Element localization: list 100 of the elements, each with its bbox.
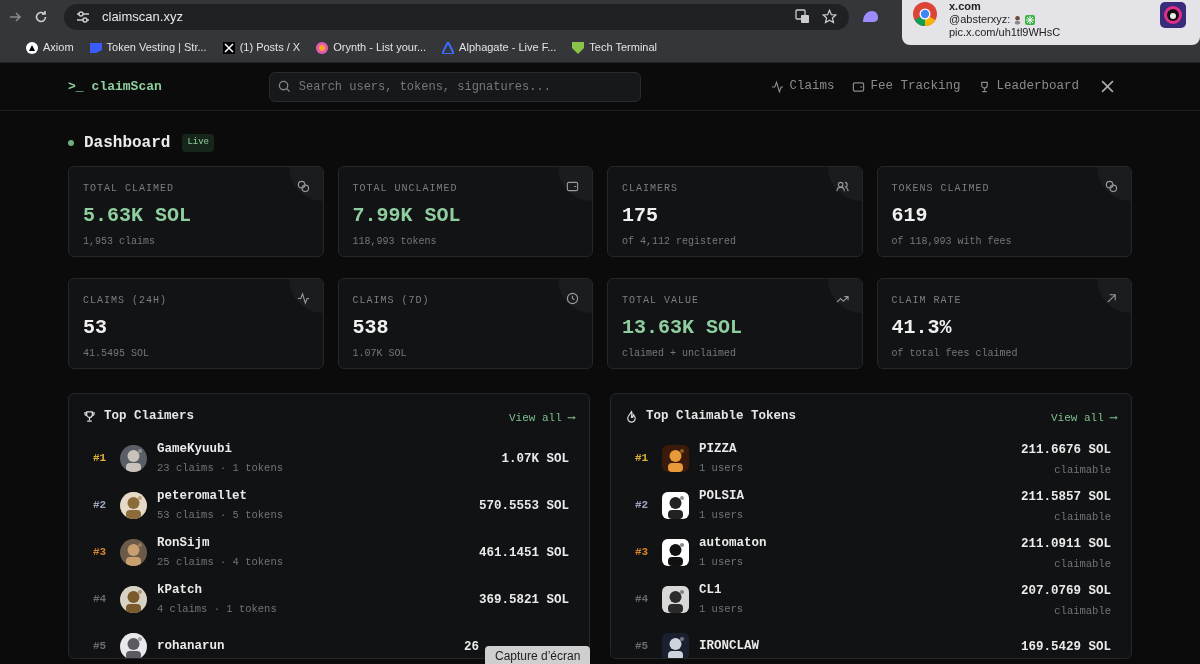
row-name[interactable]: RonSijm: [157, 533, 210, 553]
star-icon[interactable]: [822, 9, 837, 24]
x-logo-icon: [222, 41, 235, 54]
forward-icon[interactable]: [8, 9, 22, 24]
nav-link[interactable]: Leaderboard: [978, 77, 1079, 96]
activity-icon: [296, 292, 310, 305]
row-subtext: 1 users: [699, 460, 744, 476]
trophy-icon: [83, 409, 96, 423]
tooltip: Capture d’écran: [485, 646, 591, 664]
page-title: Dashboard: [84, 133, 171, 154]
notification-link: pic.x.com/uh1tl9WHsC: [949, 26, 1061, 39]
stat-value: 538: [352, 315, 389, 341]
amount-note: claimable: [1054, 463, 1111, 479]
amount-text: 207.0769 SOL: [1021, 584, 1111, 599]
rank-label: #1: [93, 450, 108, 466]
stat-value: 53: [83, 315, 107, 341]
row-name[interactable]: kPatch: [157, 580, 202, 600]
stat-label: CLAIMERS: [622, 182, 678, 196]
row-name[interactable]: automaton: [699, 533, 767, 553]
bookmark[interactable]: Token Vesting | Str...: [89, 39, 207, 56]
row-name[interactable]: peteromallet: [157, 486, 247, 506]
row-name[interactable]: POLSIA: [699, 486, 744, 506]
app-icon: [1160, 2, 1186, 28]
flag-icon: [89, 41, 102, 54]
view-all-link[interactable]: View all ⟶: [508, 410, 575, 427]
bookmark[interactable]: (1) Posts / X: [222, 39, 301, 56]
stat-label: CLAIMS (24H): [83, 294, 167, 308]
stat-value: 5.63K SOL: [83, 203, 192, 229]
nav-link[interactable]: Fee Tracking: [852, 77, 961, 96]
search-icon: [277, 79, 291, 93]
search-field[interactable]: Search users, tokens, signatures...: [268, 71, 641, 102]
stat-label: TOTAL UNCLAIMED: [352, 182, 458, 196]
nav-link[interactable]: Claims: [771, 77, 835, 96]
rank-label: #2: [635, 497, 650, 513]
stat-value: 7.99K SOL: [352, 203, 461, 229]
row-name[interactable]: rohanarun: [157, 636, 225, 656]
flame-icon: [625, 409, 638, 423]
x-logo-icon[interactable]: [1101, 80, 1114, 93]
stat-value: 13.63K SOL: [622, 315, 743, 341]
rank-label: #4: [635, 591, 650, 607]
amount-text: 461.1451 SOL: [479, 546, 569, 560]
logo-mark: >_: [68, 77, 84, 96]
site-settings-icon: [76, 10, 90, 23]
row-name[interactable]: GameKyuubi: [157, 439, 232, 459]
chrome-logo-icon: [912, 1, 938, 27]
row-name[interactable]: CL1: [699, 580, 722, 600]
amount-note: claimable: [1054, 510, 1111, 526]
amount-text: 169.5429 SOL: [1021, 640, 1111, 654]
stat-label: TOTAL CLAIMED: [83, 182, 174, 196]
row-subtext: 25 claims · 4 tokens: [157, 554, 284, 570]
rank-label: #5: [93, 638, 108, 654]
notification-popup[interactable]: x.com @absterxyz: pic.x.com/uh1tl9WHsC: [902, 0, 1200, 45]
address-bar[interactable]: claimscan.xyz: [64, 3, 849, 30]
bookmark[interactable]: Tech Terminal: [572, 39, 657, 56]
amount-text: 211.0911 SOL: [1021, 537, 1111, 552]
stat-subtext: of 118,993 with fees: [891, 235, 1012, 249]
stat-label: TOKENS CLAIMED: [891, 182, 990, 196]
notification-title: x.com: [949, 0, 981, 13]
stat-label: CLAIMS (7D): [352, 294, 430, 308]
stat-value: 175: [622, 203, 658, 229]
row-name[interactable]: IRONCLAW: [699, 636, 759, 656]
reload-icon[interactable]: [34, 9, 48, 24]
bookmark[interactable]: Orynth - List your...: [316, 39, 427, 56]
logo-text[interactable]: claimScan: [91, 76, 162, 97]
stat-subtext: claimed + unclaimed: [622, 347, 737, 361]
panel-title: Top Claimers: [104, 407, 194, 425]
amount-text: 26: [464, 640, 479, 654]
stat-subtext: of 4,112 registered: [622, 235, 737, 249]
stat-label: CLAIM RATE: [891, 294, 962, 308]
amount-note: claimable: [1054, 557, 1111, 573]
row-name[interactable]: PIZZA: [699, 439, 737, 459]
coins-icon: [1105, 180, 1118, 193]
row-subtext: 1 users: [699, 554, 744, 570]
translate-icon[interactable]: [795, 9, 810, 24]
rank-label: #5: [635, 638, 650, 654]
bookmark[interactable]: Alphagate - Live F...: [442, 39, 557, 56]
rank-label: #3: [93, 544, 108, 560]
row-subtext: 23 claims · 1 tokens: [157, 460, 284, 476]
stat-subtext: 1.07K SOL: [352, 347, 407, 361]
live-badge: Live: [182, 134, 215, 152]
extension-icon[interactable]: [861, 9, 879, 24]
figure-icon: [1013, 14, 1023, 25]
amount-text: 369.5821 SOL: [479, 593, 569, 607]
panel-title: Top Claimable Tokens: [646, 407, 797, 425]
wallet-icon: [852, 79, 866, 94]
view-all-link[interactable]: View all ⟶: [1050, 410, 1117, 427]
stat-subtext: 118,993 tokens: [352, 235, 437, 249]
bookmark[interactable]: Axiom: [26, 39, 74, 56]
stat-subtext: 1,953 claims: [83, 235, 155, 249]
rank-label: #4: [93, 591, 108, 607]
stat-label: TOTAL VALUE: [622, 294, 699, 308]
wallet-icon: [566, 180, 579, 193]
row-subtext: 1 users: [699, 507, 744, 523]
triangle-icon: [26, 41, 38, 54]
stat-subtext: of total fees claimed: [891, 347, 1018, 361]
amount-text: 570.5553 SOL: [479, 499, 569, 513]
triangle-icon: [442, 41, 455, 54]
stat-subtext: 41.5495 SOL: [83, 347, 149, 361]
coins-icon: [296, 180, 310, 193]
shield-icon: [572, 41, 585, 54]
